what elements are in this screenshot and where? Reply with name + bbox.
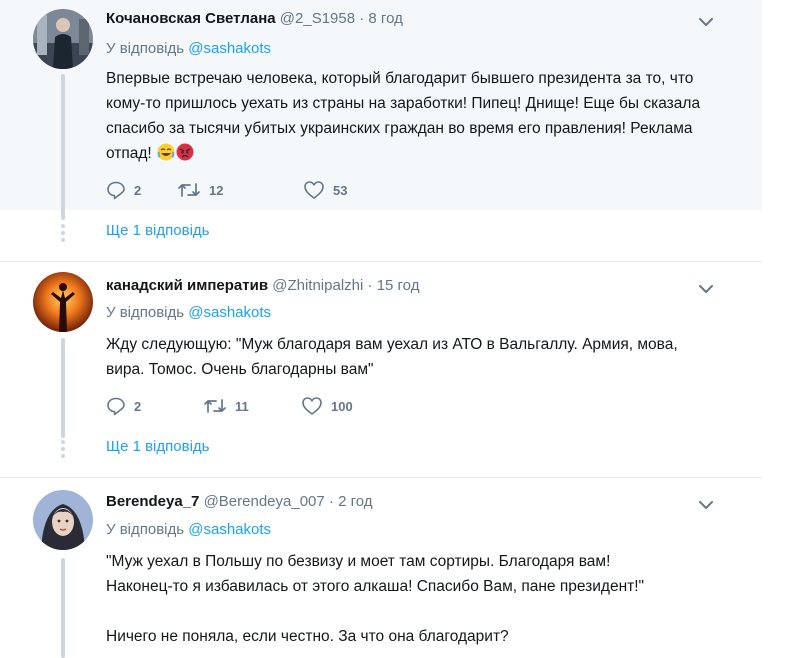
retweet-count: 11 — [235, 398, 249, 414]
tweet-2[interactable]: канадский императив @Zhitnipalzhi · 15 г… — [0, 262, 762, 438]
chevron-down-icon[interactable] — [697, 15, 715, 29]
author-handle[interactable]: @2_S1958 — [280, 10, 355, 27]
reply-button[interactable]: 2 — [106, 396, 141, 416]
timestamp[interactable]: 2 год — [338, 493, 372, 510]
like-count: 100 — [331, 398, 353, 414]
more-replies-link[interactable]: Ще 1 відповідь — [106, 438, 209, 455]
tweet-text-line: Наконец-то я избавилась от этого алкаша!… — [106, 578, 645, 595]
separator: · — [367, 277, 373, 294]
retweet-count: 12 — [209, 182, 224, 198]
thread-line — [61, 74, 65, 220]
timestamp[interactable]: 8 год — [368, 10, 402, 27]
separator: · — [328, 493, 334, 510]
avatar[interactable] — [33, 490, 93, 550]
author-handle[interactable]: @Berendeya_007 — [204, 493, 325, 510]
reply-prefix: У відповідь — [106, 40, 185, 57]
thread-dots — [60, 224, 66, 245]
chevron-down-icon[interactable] — [697, 282, 715, 296]
reply-context: У відповідь @sashakots — [106, 304, 271, 321]
reply-count: 2 — [134, 182, 142, 198]
angry-face-emoji — [176, 143, 194, 161]
reply-icon — [107, 397, 125, 416]
reply-count: 2 — [134, 398, 142, 414]
tweet-header: Berendeya_7 @Berendeya_007 · 2 год — [106, 493, 373, 510]
tweet-text: Жду следующую: "Муж благодаря вам уехал … — [106, 336, 678, 378]
retweet-button[interactable]: 11 — [203, 396, 249, 416]
author-name[interactable]: канадский императив — [106, 277, 268, 294]
thread-dots — [60, 440, 66, 461]
face-with-tears-of-joy-emoji — [157, 143, 175, 161]
tweet-header: канадский императив @Zhitnipalzhi · 15 г… — [106, 277, 419, 294]
reply-context: У відповідь @sashakots — [106, 40, 271, 57]
reply-user-link[interactable]: @sashakots — [188, 304, 271, 321]
heart-icon — [304, 181, 324, 199]
reply-prefix: У відповідь — [106, 304, 185, 321]
reply-user-link[interactable]: @sashakots — [188, 40, 271, 57]
tweet-text-content: Впервые встречаю человека, который благо… — [106, 70, 701, 162]
separator: · — [359, 10, 365, 27]
chevron-down-icon[interactable] — [697, 498, 715, 512]
avatar[interactable] — [33, 9, 93, 69]
timestamp[interactable]: 15 год — [377, 277, 420, 294]
reply-prefix: У відповідь — [106, 521, 185, 538]
tweet-text: "Муж уехал в Польшу по безвизу и моет та… — [106, 549, 746, 649]
tweet-header: Кочановская Светлана @2_S1958 · 8 год — [106, 10, 403, 27]
author-name[interactable]: Berendeya_7 — [106, 493, 199, 510]
tweet-1[interactable]: Кочановская Светлана @2_S1958 · 8 год У … — [0, 0, 762, 220]
reply-user-link[interactable]: @sashakots — [188, 521, 271, 538]
like-button[interactable]: 53 — [303, 180, 347, 200]
tweet-text-line: Ничего не поняла, если честно. За что он… — [106, 628, 509, 645]
author-name[interactable]: Кочановская Светлана — [106, 10, 276, 27]
retweet-icon — [204, 399, 226, 413]
tweet-3[interactable]: Berendeya_7 @Berendeya_007 · 2 год У від… — [0, 478, 762, 658]
thread-line — [61, 558, 65, 658]
like-button[interactable]: 100 — [301, 396, 353, 416]
like-count: 53 — [333, 182, 348, 198]
more-replies-link[interactable]: Ще 1 відповідь — [106, 222, 209, 239]
thread-line — [61, 338, 65, 438]
retweet-icon — [178, 183, 200, 197]
tweet-text: Впервые встречаю человека, который благо… — [106, 66, 726, 166]
retweet-button[interactable]: 12 — [177, 180, 223, 200]
avatar[interactable] — [33, 272, 93, 332]
author-handle[interactable]: @Zhitnipalzhi — [272, 277, 363, 294]
tweet-text-line: "Муж уехал в Польшу по безвизу и моет та… — [106, 553, 611, 570]
reply-button[interactable]: 2 — [106, 180, 141, 200]
reply-icon — [107, 181, 125, 200]
heart-icon — [302, 397, 322, 415]
reply-context: У відповідь @sashakots — [106, 521, 271, 538]
